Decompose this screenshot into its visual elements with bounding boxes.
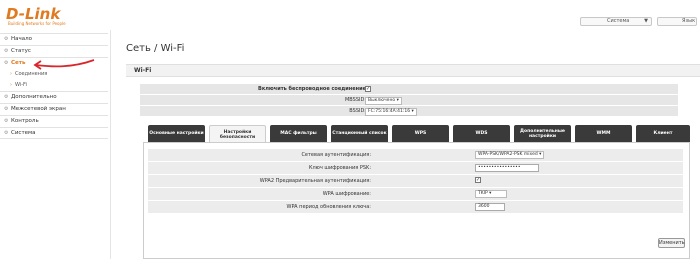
language-label: Язык	[682, 18, 696, 24]
system-menu-label: Система	[607, 18, 630, 24]
wifi-tabs: Основные настройки Настройки безопасност…	[148, 125, 690, 143]
gear-icon: ⚙	[4, 118, 9, 124]
auth-select[interactable]: WPA-PSK/WPA2-PSK mixed ▾	[475, 151, 545, 159]
sidebar-divider	[110, 30, 111, 259]
psk-label: Ключ шифрования PSK:	[308, 165, 371, 171]
bssid-label: BSSID:	[349, 108, 366, 114]
encryption-select[interactable]: TKIP ▾	[475, 190, 507, 198]
gear-icon: ⚙	[4, 60, 9, 66]
apply-button[interactable]: Изменить	[658, 238, 685, 248]
sidebar-item-status[interactable]: ⚙ Статус	[0, 45, 108, 57]
preauth-checkbox[interactable]: ✓	[475, 177, 481, 183]
form-row: Включить беспроводное соединение ✓	[140, 84, 678, 95]
sidebar-item-label: Контроль	[11, 118, 39, 124]
security-form: Сетевая аутентификация: WPA-PSK/WPA2-PSK…	[148, 149, 685, 248]
preauth-label: WPA2 Предварительная аутентификация:	[259, 178, 371, 184]
chevron-down-icon: ▼	[644, 18, 648, 24]
form-row: BSSID: FC:75:16:4A:41:16 ▾	[140, 106, 678, 117]
sidebar: ⚙ Начало ⚙ Статус ⚙ Сеть › Соединения › Wi-Fi…	[0, 33, 108, 139]
form-row: WPA2 Предварительная аутентификация: ✓	[148, 175, 683, 188]
sidebar-subitem-wifi[interactable]: › Wi-Fi	[0, 80, 108, 91]
tab-mac-filter[interactable]: MAC фильтры	[270, 125, 327, 142]
sidebar-item-label: Дополнительно	[11, 94, 57, 100]
sidebar-item-start[interactable]: ⚙ Начало	[0, 33, 108, 45]
bssid-select[interactable]: FC:75:16:4A:41:16 ▾	[365, 108, 417, 116]
tab-station-list[interactable]: Станционный список	[331, 125, 388, 142]
mbssid-value: Выключено	[368, 98, 396, 103]
mbssid-label: MBSSID:	[344, 97, 366, 103]
section-bar	[126, 64, 700, 77]
tab-security[interactable]: Настройки безопасности	[209, 125, 266, 143]
tab-wmm[interactable]: WMM	[575, 125, 632, 142]
red-arrow-annotation	[33, 59, 95, 70]
encryption-value: TKIP	[478, 191, 488, 196]
sidebar-item-label: Система	[11, 130, 36, 136]
key-renewal-input[interactable]: 3600	[475, 203, 505, 211]
sidebar-item-label: Начало	[11, 36, 33, 42]
auth-value: WPA-PSK/WPA2-PSK mixed	[478, 152, 538, 157]
gear-icon: ⚙	[4, 106, 9, 112]
security-panel: Сетевая аутентификация: WPA-PSK/WPA2-PSK…	[143, 142, 690, 259]
bullet-arrow-icon: ›	[10, 71, 12, 77]
tab-client[interactable]: Клиент	[636, 125, 690, 142]
sidebar-item-firewall[interactable]: ⚙ Межсетевой экран	[0, 103, 108, 115]
sidebar-item-label: Статус	[11, 48, 31, 54]
page-title: Сеть / Wi-Fi	[126, 43, 185, 54]
enable-wireless-checkbox[interactable]: ✓	[365, 86, 371, 92]
mbssid-select[interactable]: Выключено ▾	[365, 97, 402, 105]
form-row: Сетевая аутентификация: WPA-PSK/WPA2-PSK…	[148, 149, 683, 162]
sidebar-item-system[interactable]: ⚙ Система	[0, 127, 108, 139]
gear-icon: ⚙	[4, 94, 9, 100]
form-row: WPA период обновления ключа: 3600	[148, 201, 683, 214]
sidebar-subitem-label: Wi-Fi	[15, 82, 27, 88]
section-title: Wi-Fi	[134, 67, 152, 74]
bullet-arrow-icon: ›	[10, 82, 12, 88]
encryption-label: WPA шифрование:	[322, 191, 371, 197]
tab-wds[interactable]: WDS	[453, 125, 510, 142]
form-row: Ключ шифрования PSK: ••••••••••••••••	[148, 162, 683, 175]
wifi-general-form: Включить беспроводное соединение ✓ MBSSI…	[140, 84, 678, 117]
tab-advanced[interactable]: Дополнительные настройки	[514, 125, 571, 142]
sidebar-item-advanced[interactable]: ⚙ Дополнительно	[0, 91, 108, 103]
form-row: WPA шифрование: TKIP ▾	[148, 188, 683, 201]
logo-tagline: Building Networks for People	[8, 21, 66, 26]
enable-wireless-label: Включить беспроводное соединение	[258, 86, 366, 92]
tab-basic[interactable]: Основные настройки	[148, 125, 205, 142]
gear-icon: ⚙	[4, 48, 9, 54]
header: D-Link Building Networks for People Сист…	[0, 0, 700, 30]
psk-input[interactable]: ••••••••••••••••	[475, 164, 539, 172]
key-renewal-label: WPA период обновления ключа:	[286, 204, 371, 210]
form-row: MBSSID: Выключено ▾	[140, 95, 678, 106]
sidebar-item-control[interactable]: ⚙ Контроль	[0, 115, 108, 127]
sidebar-item-label: Межсетевой экран	[11, 106, 66, 112]
dlink-logo[interactable]: D-Link Building Networks for People	[6, 5, 66, 26]
gear-icon: ⚙	[4, 130, 9, 136]
gear-icon: ⚙	[4, 36, 9, 42]
auth-label: Сетевая аутентификация:	[301, 152, 371, 158]
system-menu-select[interactable]: Система ▼	[580, 17, 652, 26]
sidebar-item-label: Сеть	[11, 60, 26, 66]
language-select[interactable]: Язык	[657, 17, 697, 26]
tab-wps[interactable]: WPS	[392, 125, 449, 142]
bssid-value: FC:75:16:4A:41:16	[368, 109, 411, 114]
